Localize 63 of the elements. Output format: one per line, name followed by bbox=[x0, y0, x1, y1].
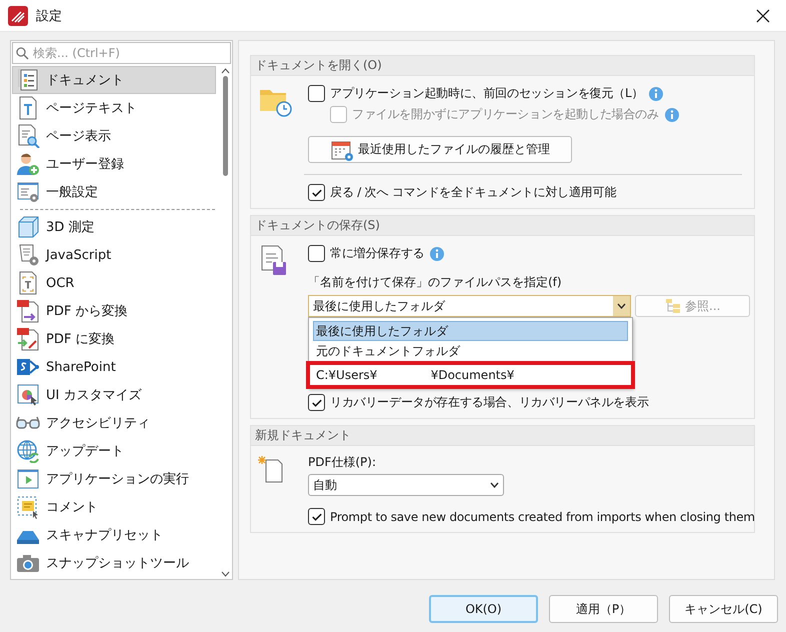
dialog-button[interactable]: OK(O) bbox=[429, 595, 538, 623]
sidebar-item[interactable]: SharePoint bbox=[12, 353, 216, 381]
search-field[interactable]: 検索... (Ctrl+F) bbox=[12, 42, 231, 64]
path-label: 「名前を付けて保存」のファイルパスを指定(f) bbox=[308, 274, 563, 291]
checkbox[interactable] bbox=[308, 508, 325, 525]
cube-icon bbox=[16, 215, 40, 239]
sidebar-item[interactable]: コメント bbox=[12, 493, 216, 521]
pdf-convert-icon bbox=[16, 299, 40, 323]
sidebar-item[interactable]: アプリケーションの実行 bbox=[12, 465, 216, 493]
page-magnifier-icon bbox=[16, 124, 40, 148]
chevron-down-icon bbox=[617, 303, 626, 309]
dropdown-option[interactable]: 元のドキュメントフォルダ bbox=[313, 341, 628, 361]
dropdown-option[interactable]: C:¥Users¥ ¥Documents¥ bbox=[309, 364, 632, 386]
sidebar-item[interactable]: ページテキスト bbox=[12, 94, 216, 122]
scrollbar[interactable] bbox=[219, 66, 232, 579]
checkbox[interactable] bbox=[308, 394, 325, 411]
group-header: 新規ドキュメント bbox=[251, 426, 754, 446]
chevron-down-icon bbox=[490, 482, 499, 488]
checkbox[interactable] bbox=[308, 184, 325, 201]
sidebar-item[interactable]: ページ表示 bbox=[12, 122, 216, 150]
group-header: ドキュメントを開く(O) bbox=[251, 56, 754, 76]
history-button[interactable]: 最近使用したファイルの履歴と管理 bbox=[308, 136, 572, 163]
checkbox-label[interactable]: Prompt to save new documents created from imports when closing them bbox=[330, 510, 755, 524]
sidebar-item[interactable]: 3D 測定 bbox=[12, 213, 216, 241]
checkbox-label[interactable]: アプリケーション起動時に、前回のセッションを復元（L） bbox=[330, 85, 644, 102]
pdf-spec-label: PDF仕様(P): bbox=[308, 454, 378, 471]
window-title: 設定 bbox=[36, 8, 63, 24]
group-header: ドキュメントの保存(S) bbox=[251, 216, 754, 236]
sidebar-item[interactable]: アクセシビリティ bbox=[12, 409, 216, 437]
list-document-icon bbox=[16, 68, 40, 92]
checkbox-label[interactable]: リカバリーデータが存在する場合、リカバリーパネルを表示 bbox=[330, 394, 649, 411]
sidebar-item[interactable]: ドキュメント bbox=[12, 66, 216, 94]
sidebar-item[interactable]: スナップショットツール bbox=[12, 549, 216, 577]
app-logo-icon bbox=[8, 6, 28, 26]
pdf-spec-select[interactable]: 自動 bbox=[308, 474, 504, 496]
scroll-down-icon bbox=[221, 571, 230, 577]
scroll-up-icon bbox=[221, 68, 230, 74]
folder-tree-icon bbox=[665, 298, 682, 314]
sidebar-item[interactable]: PDF から変換 bbox=[12, 297, 216, 325]
window-play-icon bbox=[16, 467, 40, 491]
dropdown-option[interactable]: 最後に使用したフォルダ bbox=[313, 321, 628, 341]
settings-window-icon bbox=[16, 180, 40, 204]
dialog-button[interactable]: 適用（P） bbox=[549, 595, 658, 623]
pdf-create-icon bbox=[16, 327, 40, 351]
dialog-button[interactable]: キャンセル(C) bbox=[669, 595, 778, 623]
folder-dropdown[interactable]: 最後に使用したフォルダ bbox=[308, 295, 632, 317]
sidebar-item[interactable]: 一般設定 bbox=[12, 178, 216, 206]
checkbox-label[interactable]: 常に増分保存する bbox=[330, 245, 424, 262]
window-cursor-icon bbox=[16, 383, 40, 407]
user-add-icon bbox=[16, 152, 40, 176]
sidebar-item[interactable]: PDF に変換 bbox=[12, 325, 216, 353]
comment-icon bbox=[16, 495, 40, 519]
sidebar-item[interactable]: OCR bbox=[12, 269, 216, 297]
sidebar-item[interactable]: ユーザー登録 bbox=[12, 150, 216, 178]
globe-refresh-icon bbox=[16, 439, 40, 463]
close-icon bbox=[756, 8, 770, 22]
sidebar-item[interactable]: スキャナプリセット bbox=[12, 521, 216, 549]
sidebar-item[interactable]: UI カスタマイズ bbox=[12, 381, 216, 409]
sidebar-item[interactable]: アップデート bbox=[12, 437, 216, 465]
checkbox[interactable] bbox=[308, 85, 325, 102]
checkbox-label[interactable]: 戻る / 次へ コマンドを全ドキュメントに対し適用可能 bbox=[330, 184, 616, 201]
checkbox[interactable] bbox=[308, 245, 325, 262]
sidebar-item[interactable]: JavaScript bbox=[12, 241, 216, 269]
